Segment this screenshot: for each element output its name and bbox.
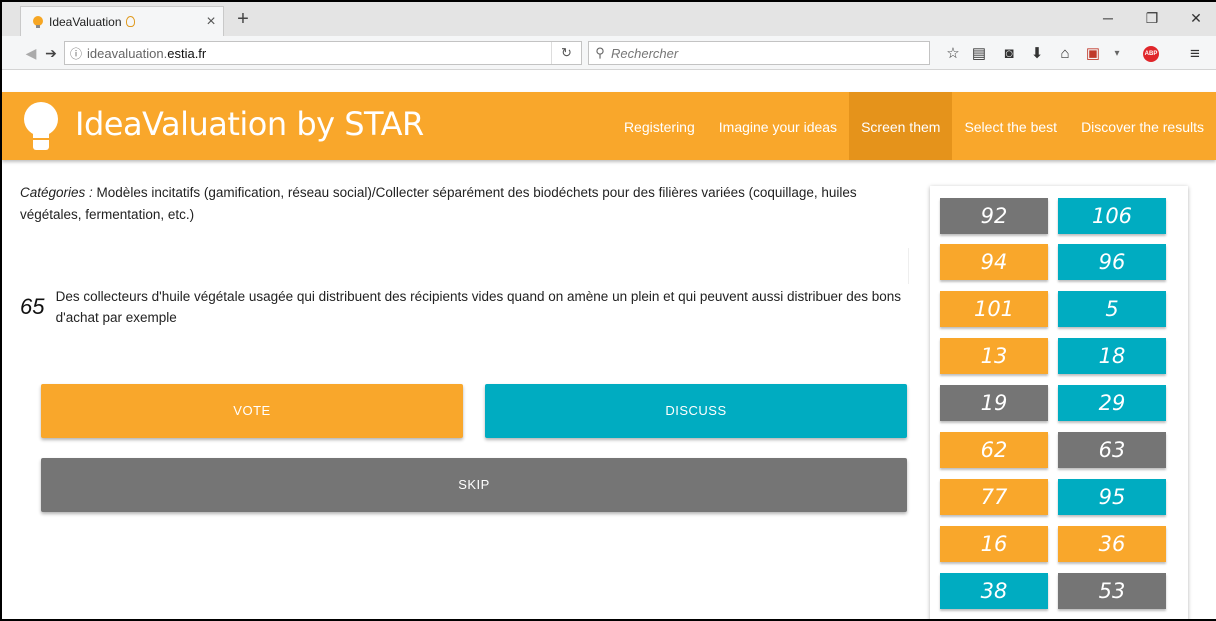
tab-title-wrap: IdeaValuation <box>49 15 199 29</box>
idea-chip[interactable]: 77 <box>940 479 1048 515</box>
app-title: IdeaValuation by STAR <box>75 105 424 143</box>
app-header: IdeaValuation by STAR Registering Imagin… <box>2 92 1216 160</box>
pdf-icon[interactable]: ▣ <box>1082 44 1104 64</box>
categories-label: Catégories : <box>20 185 93 200</box>
idea-chip[interactable]: 5 <box>1058 291 1166 327</box>
lightbulb-logo-icon <box>24 102 60 152</box>
idea-chip[interactable]: 18 <box>1058 338 1166 374</box>
idea-card: 65 Des collecteurs d'huile végétale usag… <box>20 286 920 328</box>
vote-button[interactable]: VOTE <box>41 384 463 438</box>
idea-chip[interactable]: 13 <box>940 338 1048 374</box>
download-icon[interactable]: ⬇ <box>1026 44 1048 64</box>
main-content: Catégories : Modèles incitatifs (gamific… <box>20 182 920 512</box>
search-icon: ⚲ <box>595 45 605 60</box>
home-icon[interactable]: ⌂ <box>1054 44 1076 64</box>
divider <box>908 248 909 284</box>
idea-chip[interactable]: 19 <box>940 385 1048 421</box>
categories: Catégories : Modèles incitatifs (gamific… <box>20 182 920 226</box>
url-prefix: ideavaluation. <box>87 45 168 61</box>
main-menu: Registering Imagine your ideas Screen th… <box>612 92 1216 160</box>
forward-icon[interactable]: ➔ <box>40 42 62 64</box>
pocket-icon[interactable]: ◙ <box>998 44 1020 64</box>
menu-item-screen[interactable]: Screen them <box>849 92 953 160</box>
restore-icon[interactable]: ❐ <box>1130 2 1174 36</box>
idea-chip[interactable]: 92 <box>940 198 1048 234</box>
idea-chip[interactable]: 96 <box>1058 244 1166 280</box>
idea-chip[interactable]: 101 <box>940 291 1048 327</box>
pdf-dropdown-icon[interactable]: ▾ <box>1106 44 1128 64</box>
browser-tab[interactable]: IdeaValuation × <box>20 6 224 36</box>
menu-item-registering[interactable]: Registering <box>612 92 707 160</box>
navigation-bar: ◀ ➔ ⓘ ideavaluation.estia.fr ↻ ⚲ Recherc… <box>2 36 1216 70</box>
idea-text: Des collecteurs d'huile végétale usagée … <box>55 289 902 325</box>
idea-chip[interactable]: 106 <box>1058 198 1166 234</box>
discuss-button[interactable]: DISCUSS <box>485 384 907 438</box>
search-placeholder: Rechercher <box>611 45 679 61</box>
back-icon[interactable]: ◀ <box>20 42 42 64</box>
idea-chip[interactable]: 94 <box>940 244 1048 280</box>
menu-item-discover[interactable]: Discover the results <box>1069 92 1216 160</box>
skip-button[interactable]: SKIP <box>41 458 907 512</box>
minimize-icon[interactable]: ─ <box>1086 2 1130 36</box>
idea-chip-panel: 92 106 94 96 101 5 13 18 19 29 62 63 77 … <box>930 186 1188 619</box>
adblock-label: ABP <box>1143 46 1159 62</box>
idea-number: 65 <box>20 294 45 319</box>
reading-list-icon[interactable]: ▤ <box>968 44 990 64</box>
menu-item-select[interactable]: Select the best <box>952 92 1069 160</box>
idea-chip[interactable]: 95 <box>1058 479 1166 515</box>
tab-title: IdeaValuation <box>49 14 122 29</box>
categories-text: Modèles incitatifs (gamification, réseau… <box>20 185 857 222</box>
browser-window: IdeaValuation × + ─ ❐ ✕ ◀ ➔ ⓘ ideavaluat… <box>0 0 1216 621</box>
idea-chip[interactable]: 63 <box>1058 432 1166 468</box>
new-tab-icon[interactable]: + <box>230 6 256 32</box>
idea-chip[interactable]: 16 <box>940 526 1048 562</box>
favicon-bulb-icon <box>33 15 43 28</box>
url-text[interactable]: ideavaluation.estia.fr <box>87 46 551 61</box>
idea-chip[interactable]: 29 <box>1058 385 1166 421</box>
menu-icon[interactable]: ≡ <box>1184 44 1206 64</box>
idea-chip[interactable]: 53 <box>1058 573 1166 609</box>
url-domain: estia.fr <box>167 45 207 61</box>
idea-chip[interactable]: 36 <box>1058 526 1166 562</box>
idea-chip[interactable]: 62 <box>940 432 1048 468</box>
idea-chip[interactable]: 38 <box>940 573 1048 609</box>
lightbulb-emoji-icon <box>125 16 135 27</box>
bookmark-star-icon[interactable]: ☆ <box>942 44 964 64</box>
reload-icon[interactable]: ↻ <box>551 42 581 64</box>
close-window-icon[interactable]: ✕ <box>1174 2 1216 36</box>
search-bar[interactable]: ⚲ Rechercher <box>588 41 930 65</box>
url-bar[interactable]: ⓘ ideavaluation.estia.fr ↻ <box>64 41 582 65</box>
tab-bar: IdeaValuation × + ─ ❐ ✕ <box>2 2 1216 36</box>
info-icon[interactable]: ⓘ <box>65 45 87 62</box>
adblock-icon[interactable]: ABP <box>1140 44 1162 64</box>
menu-item-imagine[interactable]: Imagine your ideas <box>707 92 849 160</box>
close-tab-icon[interactable]: × <box>199 13 223 31</box>
